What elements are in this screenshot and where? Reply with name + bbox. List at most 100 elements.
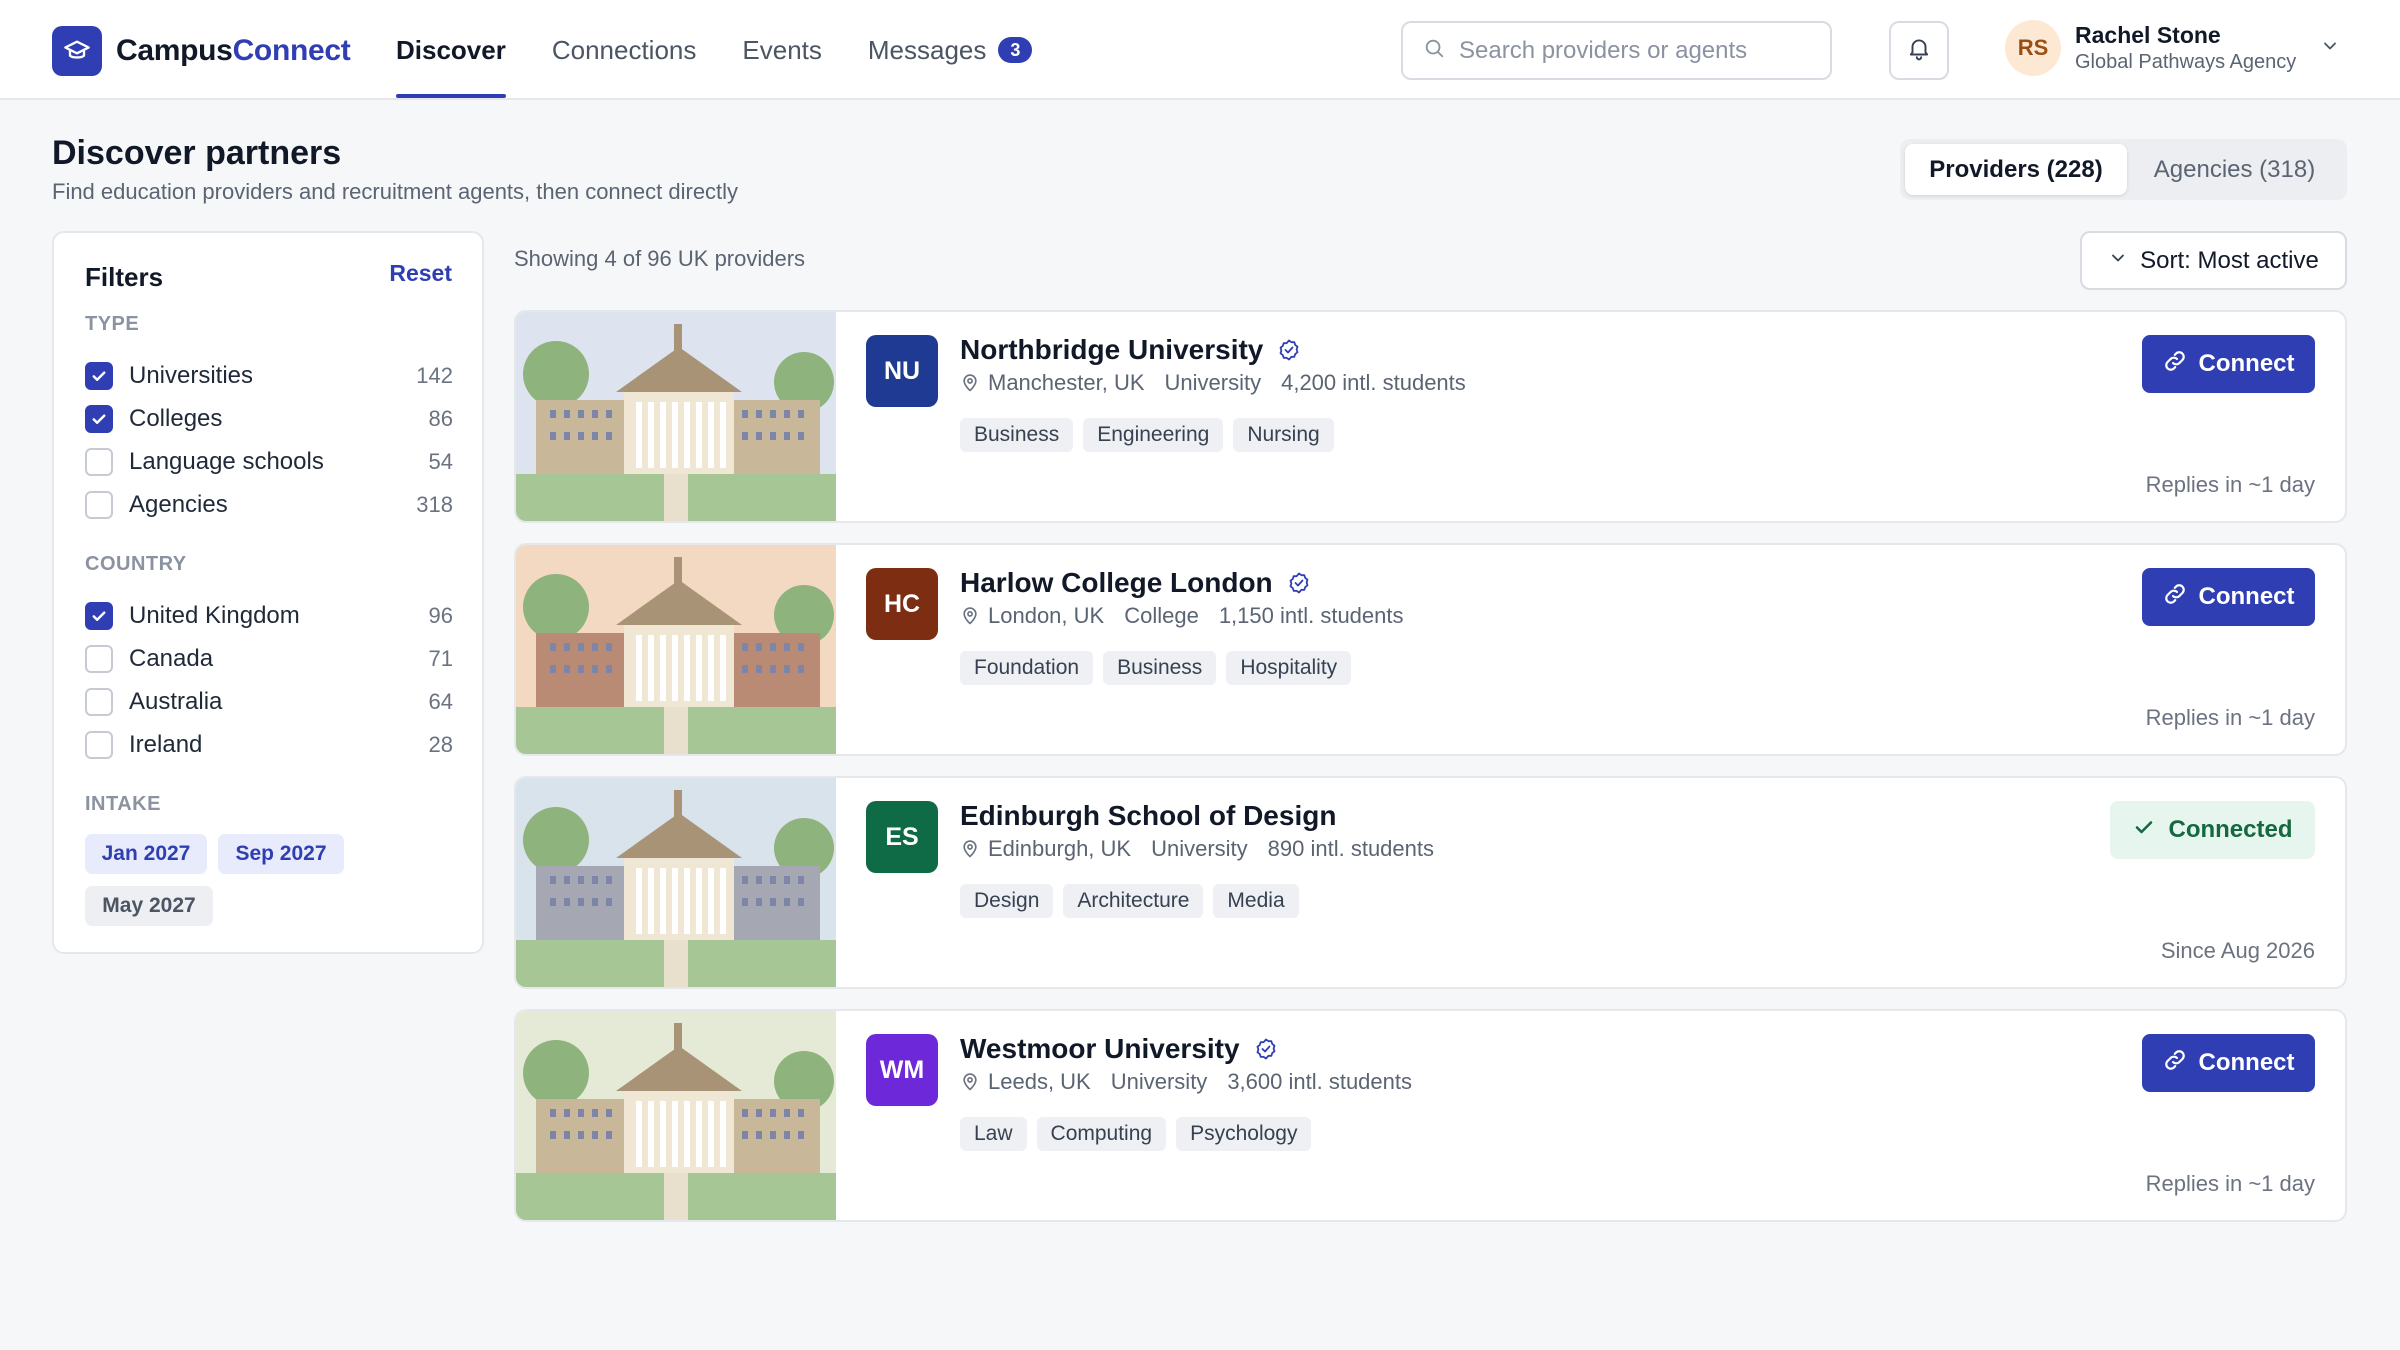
nav-discover[interactable]: Discover	[396, 0, 506, 100]
provider-card-westmoor-university[interactable]: WM Westmoor University Leeds, UK Univers…	[514, 1009, 2347, 1222]
filter-option-universities[interactable]: Universities 142	[85, 356, 453, 396]
connect-button[interactable]: Connect	[2142, 335, 2315, 393]
filters-panel: Filters Reset TYPE Universities 142 Coll…	[52, 231, 484, 954]
graduation-cap-icon	[52, 26, 102, 76]
program-tag: Hospitality	[1226, 651, 1352, 685]
link-icon	[2163, 1048, 2187, 1079]
provider-image	[516, 1011, 836, 1220]
user-name: Rachel Stone	[2075, 22, 2221, 48]
location-pin-icon	[960, 606, 980, 626]
app-logo[interactable]: CampusConnect	[52, 26, 351, 76]
provider-name[interactable]: Harlow College London	[960, 567, 1311, 599]
connect-button[interactable]: Connect	[2142, 568, 2315, 626]
filter-label: Ireland	[129, 731, 203, 758]
location-pin-icon	[960, 1072, 980, 1092]
provider-location: Edinburgh, UK	[988, 836, 1132, 861]
program-tag: Business	[960, 418, 1074, 452]
chevron-down-icon	[2108, 247, 2128, 275]
verified-badge-icon	[1254, 1037, 1278, 1061]
filter-option-canada[interactable]: Canada 71	[85, 639, 453, 679]
provider-logo-badge: ES	[866, 801, 938, 873]
main-nav: Discover Connections Events Messages 3	[396, 0, 1078, 100]
provider-name[interactable]: Northbridge University	[960, 334, 1301, 366]
provider-students: 1,150 intl. students	[1218, 603, 1404, 628]
page-title: Discover partners	[52, 134, 342, 172]
user-organization: Global Pathways Agency	[2075, 51, 2297, 73]
filter-label: Language schools	[129, 448, 324, 475]
checkbox-unchecked[interactable]	[85, 448, 113, 476]
filter-option-united-kingdom[interactable]: United Kingdom 96	[85, 596, 453, 636]
nav-connections[interactable]: Connections	[552, 0, 697, 100]
filter-option-colleges[interactable]: Colleges 86	[85, 399, 453, 439]
provider-card-northbridge-university[interactable]: NU Northbridge University Manchester, UK…	[514, 310, 2347, 523]
connect-button[interactable]: Connect	[2142, 1034, 2315, 1092]
checkbox-unchecked[interactable]	[85, 688, 113, 716]
reset-filters-button[interactable]: Reset	[389, 260, 452, 287]
program-tag: Architecture	[1063, 884, 1204, 918]
filter-label: Australia	[129, 688, 223, 715]
provider-meta: Leeds, UK University 3,600 intl. student…	[960, 1069, 1412, 1095]
intake-chip-may-2027[interactable]: May 2027	[85, 886, 213, 926]
search-input[interactable]	[1459, 36, 1819, 65]
program-tag: Media	[1213, 884, 1299, 918]
sort-dropdown[interactable]: Sort: Most active	[2080, 231, 2347, 290]
filter-count: 28	[428, 732, 453, 757]
provider-students: 890 intl. students	[1267, 836, 1435, 861]
provider-card-edinburgh-school-of-design[interactable]: ES Edinburgh School of Design Edinburgh,…	[514, 776, 2347, 989]
search-box[interactable]	[1401, 21, 1832, 80]
checkbox-unchecked[interactable]	[85, 731, 113, 759]
provider-image	[516, 312, 836, 521]
provider-logo-badge: HC	[866, 568, 938, 640]
partner-type-toggle: Providers (228) Agencies (318)	[1900, 139, 2347, 200]
filter-option-ireland[interactable]: Ireland 28	[85, 725, 453, 765]
top-bar: CampusConnect Discover Connections Event…	[0, 0, 2400, 100]
notifications-button[interactable]	[1889, 21, 1949, 80]
results-count: Showing 4 of 96 UK providers	[514, 246, 806, 271]
provider-type: University	[1110, 1069, 1208, 1094]
filter-count: 142	[416, 363, 453, 388]
provider-students: 3,600 intl. students	[1227, 1069, 1412, 1094]
intake-chip-sep-2027[interactable]: Sep 2027	[218, 834, 344, 874]
tab-agencies[interactable]: Agencies (318)	[2127, 144, 2342, 195]
filter-count: 71	[428, 646, 453, 671]
program-tag: Design	[960, 884, 1054, 918]
campus-building-illustration	[516, 545, 836, 754]
checkbox-checked[interactable]	[85, 602, 113, 630]
checkbox-unchecked[interactable]	[85, 645, 113, 673]
avatar: RS	[2005, 20, 2061, 76]
link-icon	[2163, 582, 2187, 613]
filter-label: Colleges	[129, 405, 223, 432]
program-tag: Foundation	[960, 651, 1094, 685]
provider-name[interactable]: Westmoor University	[960, 1033, 1278, 1065]
filter-option-language-schools[interactable]: Language schools 54	[85, 442, 453, 482]
provider-image	[516, 778, 836, 987]
filter-label: Agencies	[129, 491, 228, 518]
filter-section-type: TYPE	[85, 313, 140, 335]
response-info: Replies in ~1 day	[2145, 472, 2315, 497]
program-tags: Design Architecture Media	[960, 884, 1309, 918]
intake-chip-jan-2027[interactable]: Jan 2027	[85, 834, 207, 874]
filters-title: Filters	[85, 262, 164, 292]
campus-building-illustration	[516, 1011, 836, 1220]
checkbox-checked[interactable]	[85, 362, 113, 390]
provider-name[interactable]: Edinburgh School of Design	[960, 800, 1336, 832]
filter-count: 54	[428, 449, 453, 474]
bell-icon	[1906, 35, 1932, 66]
checkbox-checked[interactable]	[85, 405, 113, 433]
app-name: CampusConnect	[116, 34, 351, 67]
provider-card-harlow-college-london[interactable]: HC Harlow College London London, UK Coll…	[514, 543, 2347, 756]
program-tags: Business Engineering Nursing	[960, 418, 1344, 452]
provider-logo-badge: WM	[866, 1034, 938, 1106]
filter-option-australia[interactable]: Australia 64	[85, 682, 453, 722]
filter-option-agencies[interactable]: Agencies 318	[85, 485, 453, 525]
tab-providers[interactable]: Providers (228)	[1905, 144, 2127, 195]
connected-status-button[interactable]: Connected	[2110, 801, 2315, 859]
checkbox-unchecked[interactable]	[85, 491, 113, 519]
user-menu[interactable]: RS Rachel Stone Global Pathways Agency	[2005, 20, 2340, 76]
nav-messages[interactable]: Messages 3	[868, 0, 1033, 100]
provider-meta: Manchester, UK University 4,200 intl. st…	[960, 370, 1466, 396]
location-pin-icon	[960, 373, 980, 393]
nav-events[interactable]: Events	[742, 0, 822, 100]
response-info: Replies in ~1 day	[2145, 1171, 2315, 1196]
provider-type: College	[1124, 603, 1199, 628]
